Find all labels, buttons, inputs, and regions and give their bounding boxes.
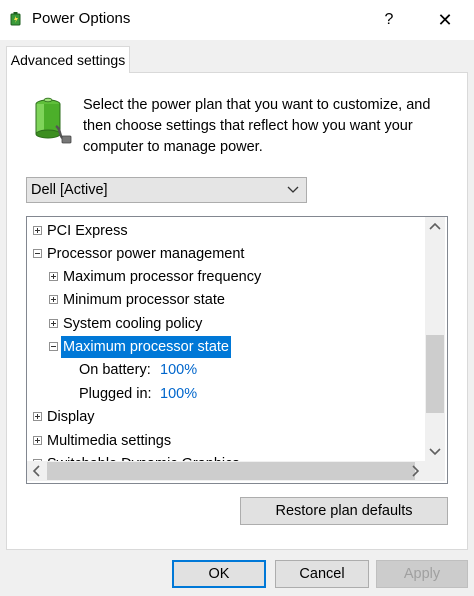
cancel-button[interactable]: Cancel xyxy=(275,560,369,588)
on-battery-value[interactable]: 100% xyxy=(160,359,197,381)
ok-button[interactable]: OK xyxy=(172,560,266,588)
tree-item-label: System cooling policy xyxy=(63,316,203,332)
expand-plus-icon[interactable] xyxy=(49,319,58,328)
help-icon: ? xyxy=(384,11,394,28)
power-plan-dropdown[interactable]: Dell [Active] xyxy=(26,177,307,203)
horizontal-scroll-thumb[interactable] xyxy=(47,462,415,480)
expand-plus-icon[interactable] xyxy=(49,295,58,304)
expand-plus-icon[interactable] xyxy=(33,226,42,235)
tab-advanced-settings[interactable]: Advanced settings xyxy=(6,46,130,73)
plugged-in-value[interactable]: 100% xyxy=(160,383,197,405)
expand-plus-icon[interactable] xyxy=(33,412,42,421)
apply-button: Apply xyxy=(376,560,468,588)
vertical-scrollbar[interactable] xyxy=(425,217,445,461)
power-options-app-icon xyxy=(10,12,21,26)
plugged-in-label: Plugged in: xyxy=(79,386,152,402)
chevron-down-icon xyxy=(287,186,299,193)
horizontal-scrollbar[interactable] xyxy=(27,461,425,481)
vertical-scroll-thumb[interactable] xyxy=(426,335,444,413)
expand-plus-icon[interactable] xyxy=(33,436,42,445)
close-icon: ✕ xyxy=(437,10,453,30)
collapse-minus-icon[interactable] xyxy=(33,249,42,258)
chevron-right-icon[interactable] xyxy=(405,461,425,481)
title-bar: Power Options ? ✕ xyxy=(0,0,474,40)
power-plan-value: Dell [Active] xyxy=(31,182,108,198)
window-title: Power Options xyxy=(32,10,131,27)
tree-item-label-selected: Maximum processor state xyxy=(61,336,231,358)
chevron-left-icon[interactable] xyxy=(27,461,47,481)
scrollbar-corner xyxy=(425,461,445,481)
tree-item-label: Maximum processor frequency xyxy=(63,269,262,285)
collapse-minus-icon[interactable] xyxy=(49,342,58,351)
help-button[interactable]: ? xyxy=(376,6,402,34)
tree-item-label: PCI Express xyxy=(47,223,128,239)
tree-item-label: Display xyxy=(47,409,95,425)
on-battery-label: On battery: xyxy=(79,362,151,378)
close-button[interactable]: ✕ xyxy=(432,6,458,34)
chevron-down-icon[interactable] xyxy=(425,441,445,461)
expand-plus-icon[interactable] xyxy=(49,272,58,281)
tree-item-label: Minimum processor state xyxy=(63,292,225,308)
tree-item-label: Processor power management xyxy=(47,246,245,262)
intro-text: Select the power plan that you want to c… xyxy=(83,97,431,155)
restore-plan-defaults-button[interactable]: Restore plan defaults xyxy=(240,497,448,525)
chevron-up-icon[interactable] xyxy=(425,217,445,237)
tree-item-label: Multimedia settings xyxy=(47,433,172,449)
battery-plug-icon xyxy=(35,97,72,144)
settings-tree: PCI Express Processor power management M… xyxy=(26,216,448,484)
